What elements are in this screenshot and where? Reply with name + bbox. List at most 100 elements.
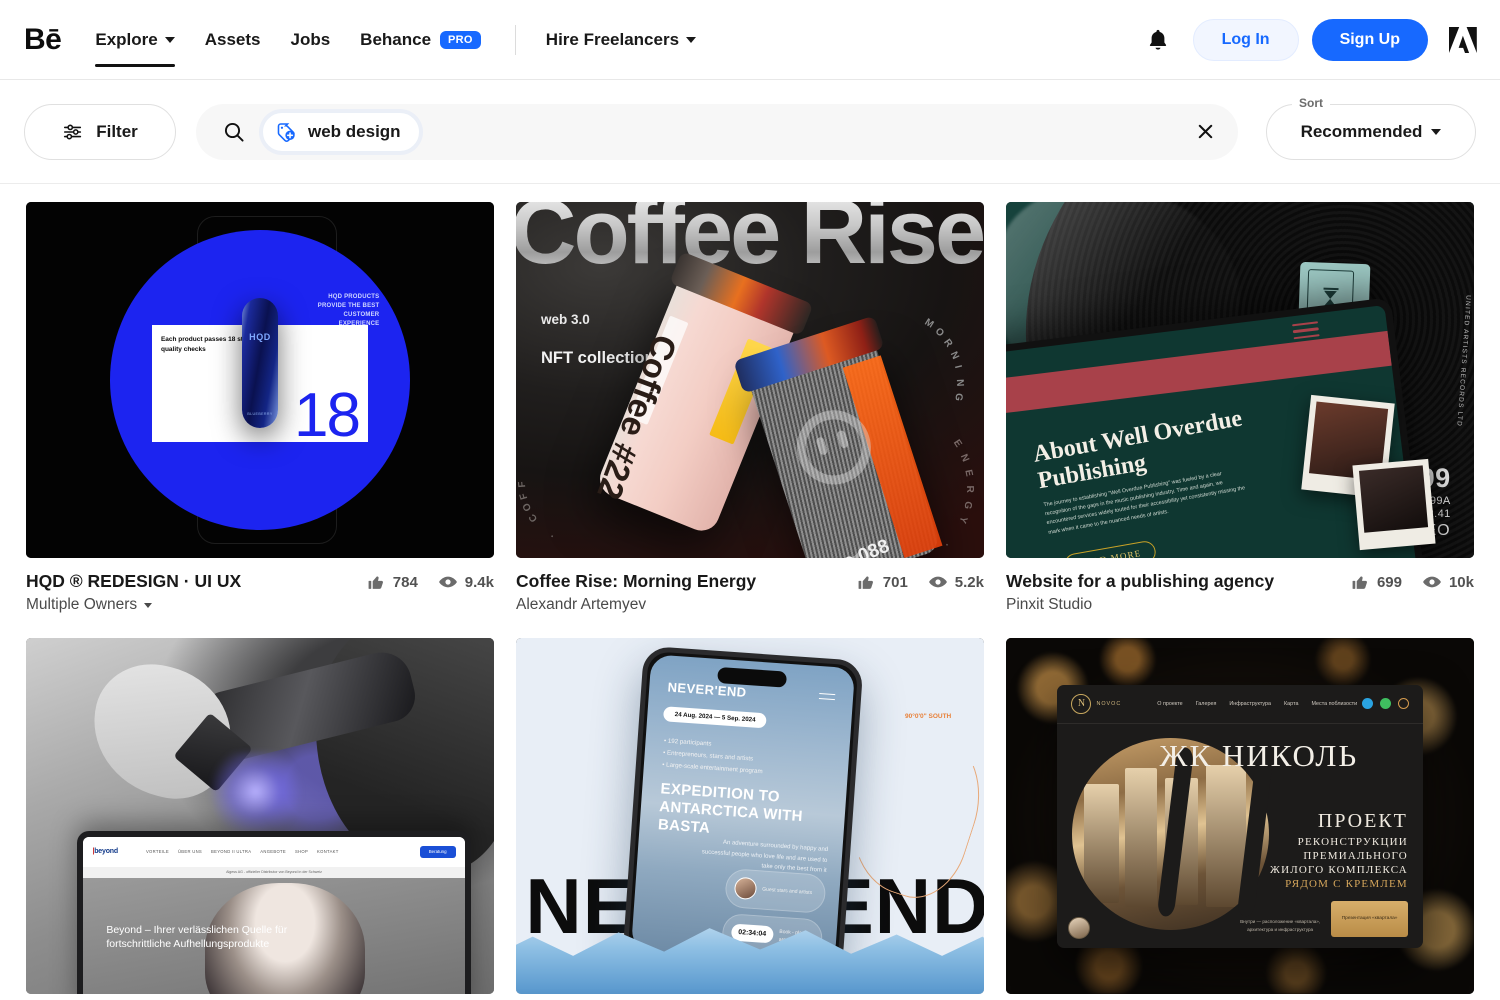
- artwork-browser-menu: VORTEILE ÜBER UNS BEYOND II ULTRA ANGEBO…: [145, 849, 339, 855]
- artwork-browser-headline: Beyond – Ihrer verlässlichen Quelle für …: [106, 924, 288, 951]
- artwork-chip-guests: Guest stars and artists: [723, 867, 827, 914]
- project-stats: 699 10k: [1331, 571, 1474, 592]
- artwork-polaroid: [1352, 459, 1436, 551]
- likes-stat: 784: [367, 573, 418, 592]
- project-title[interactable]: Coffee Rise: Morning Energy: [516, 571, 837, 592]
- eye-icon: [928, 576, 947, 588]
- project-thumbnail[interactable]: Coffee Rise web 3.0 NFT collection MORNI…: [516, 202, 984, 558]
- filter-button-label: Filter: [96, 121, 138, 141]
- project-thumbnail[interactable]: N NOVOC О проекте Галерея Инфраструктура…: [1006, 638, 1474, 995]
- artwork-product-pod: [242, 298, 278, 429]
- project-thumbnail[interactable]: |beyond VORTEILE ÜBER UNS BEYOND II ULTR…: [26, 638, 494, 995]
- artwork-site-note: Внутри — расположение «квартала», архите…: [1240, 919, 1321, 933]
- hamburger-menu-icon: [1291, 321, 1320, 344]
- likes-count: 784: [392, 573, 418, 591]
- project-owner[interactable]: Multiple Owners: [26, 596, 347, 614]
- sort-legend-label: Sort: [1292, 95, 1330, 110]
- nav-item-jobs[interactable]: Jobs: [290, 0, 330, 80]
- artwork-read-more-button: READ MORE: [1062, 540, 1157, 558]
- project-owner[interactable]: Alexandr Artemyev: [516, 596, 837, 614]
- nav-item-explore[interactable]: Explore: [95, 0, 176, 80]
- artwork-site-cta: Презентация «квартала»: [1331, 901, 1408, 937]
- chevron-down-icon: [1431, 128, 1442, 135]
- nav-divider: [514, 24, 516, 55]
- project-card: NEVER END 90°0'0" SOUTH NEVER'END 24 Aug…: [516, 638, 984, 995]
- project-meta-left: HQD ® REDESIGN · UI UX Multiple Owners: [26, 571, 347, 614]
- views-count: 9.4k: [464, 573, 494, 591]
- nav-item-hire-freelancers[interactable]: Hire Freelancers: [546, 0, 697, 80]
- project-owner[interactable]: Pinxit Studio: [1006, 596, 1331, 614]
- pro-badge: PRO: [440, 30, 481, 49]
- project-card: N NOVOC О проекте Галерея Инфраструктура…: [1006, 638, 1474, 995]
- artwork-phone-screen: NEVER'END 24 Aug. 2024 — 5 Sep. 2024 • 1…: [630, 653, 856, 965]
- filter-button[interactable]: Filter: [24, 103, 176, 160]
- artwork-browser-mockup: |beyond VORTEILE ÜBER UNS BEYOND II ULTR…: [77, 830, 471, 995]
- artwork-browser-logo: |beyond: [92, 848, 118, 856]
- artwork-site-menu: О проекте Галерея Инфраструктура Карта М…: [1157, 700, 1358, 707]
- nav-right-cluster: Log In Sign Up: [1145, 18, 1478, 61]
- artwork-big-title: Coffee Rise: [516, 202, 984, 278]
- project-meta-left: Website for a publishing agency Pinxit S…: [1006, 571, 1331, 614]
- sort-selected-value: Recommended: [1300, 121, 1423, 141]
- primary-nav-links: Explore Assets Jobs Behance PRO Hire Fre…: [95, 0, 726, 80]
- behance-logo[interactable]: Bē: [24, 24, 62, 55]
- likes-stat: 701: [857, 573, 908, 592]
- project-title[interactable]: Website for a publishing agency: [1006, 571, 1331, 592]
- artwork-claim-text: HQD PRODUCTS PROVIDE THE BEST CUSTOMER E…: [317, 293, 380, 327]
- thumbs-up-icon: [858, 575, 873, 589]
- artwork-web30-label: web 3.0: [541, 312, 590, 327]
- search-tag-label: web design: [308, 121, 401, 141]
- views-stat: 10k: [1422, 572, 1474, 592]
- likes-count: 699: [1376, 573, 1402, 591]
- views-stat: 9.4k: [438, 572, 494, 592]
- clear-search-button[interactable]: [1188, 115, 1222, 149]
- search-filter-toolbar: Filter web design Sort Recommended: [0, 80, 1500, 184]
- project-grid: Each product passes 18 strict quality ch…: [0, 184, 1500, 995]
- artwork-site-logo-mark: N: [1071, 693, 1092, 714]
- views-stat: 5.2k: [928, 572, 984, 592]
- likes-stat: 699: [1351, 573, 1402, 592]
- project-meta: HQD ® REDESIGN · UI UX Multiple Owners 7…: [26, 558, 494, 614]
- artwork-app-headline: EXPEDITION TO ANTARCTICA WITH BASTA: [657, 779, 804, 837]
- tag-plus-icon: [277, 122, 295, 142]
- nav-item-assets[interactable]: Assets: [205, 0, 261, 80]
- project-title[interactable]: HQD ® REDESIGN · UI UX: [26, 571, 347, 592]
- chevron-down-icon: [144, 602, 153, 608]
- project-owner-label: Pinxit Studio: [1006, 596, 1093, 614]
- artwork-browser-nav: |beyond VORTEILE ÜBER UNS BEYOND II ULTR…: [83, 836, 465, 868]
- artwork-zhk-nikol: N NOVOC О проекте Галерея Инфраструктура…: [1006, 638, 1474, 995]
- artwork-bullet-list: • 192 participants • Entrepreneurs, star…: [662, 737, 763, 775]
- adobe-logo-icon[interactable]: [1448, 26, 1478, 54]
- search-tag-chip[interactable]: web design: [262, 111, 420, 152]
- behance-search-page: Bē Explore Assets Jobs Behance PRO Hire …: [0, 0, 1500, 1000]
- phone-icon: [1397, 698, 1409, 710]
- nav-item-behance-pro[interactable]: Behance PRO: [360, 0, 481, 80]
- artwork-publishing-agency: UNITED ARTISTS RECORDS LTD WELL OVERDUE …: [1006, 202, 1474, 558]
- telegram-icon: [1361, 698, 1373, 710]
- bell-icon[interactable]: [1145, 27, 1171, 53]
- artwork-uv-glow: [203, 752, 307, 831]
- artwork-coordinates: 90°0'0" SOUTH: [905, 713, 952, 721]
- nav-label-behance: Behance: [360, 29, 432, 49]
- thumbs-up-icon: [1352, 575, 1367, 589]
- project-thumbnail[interactable]: UNITED ARTISTS RECORDS LTD WELL OVERDUE …: [1006, 202, 1474, 558]
- nav-label-explore: Explore: [95, 29, 158, 49]
- nav-label-assets: Assets: [204, 29, 261, 49]
- project-stats: 784 9.4k: [347, 571, 494, 592]
- close-icon: [1198, 124, 1212, 139]
- artwork-social-icons: [1361, 698, 1409, 710]
- sort-dropdown[interactable]: Recommended: [1266, 103, 1476, 160]
- sort-control: Sort Recommended: [1266, 95, 1476, 160]
- top-navigation-bar: Bē Explore Assets Jobs Behance PRO Hire …: [0, 0, 1500, 80]
- search-bar[interactable]: web design: [196, 103, 1238, 160]
- artwork-number: 18: [294, 380, 361, 450]
- project-thumbnail[interactable]: NEVER END 90°0'0" SOUTH NEVER'END 24 Aug…: [516, 638, 984, 995]
- project-thumbnail[interactable]: Each product passes 18 strict quality ch…: [26, 202, 494, 558]
- hamburger-menu-icon: [818, 692, 835, 703]
- artwork-never-end: NEVER END 90°0'0" SOUTH NEVER'END 24 Aug…: [516, 638, 984, 995]
- project-card: |beyond VORTEILE ÜBER UNS BEYOND II ULTR…: [26, 638, 494, 995]
- artwork-date-pill: 24 Aug. 2024 — 5 Sep. 2024: [663, 705, 768, 728]
- signup-button[interactable]: Sign Up: [1311, 18, 1428, 61]
- avatar: [733, 876, 757, 901]
- login-button[interactable]: Log In: [1192, 18, 1299, 61]
